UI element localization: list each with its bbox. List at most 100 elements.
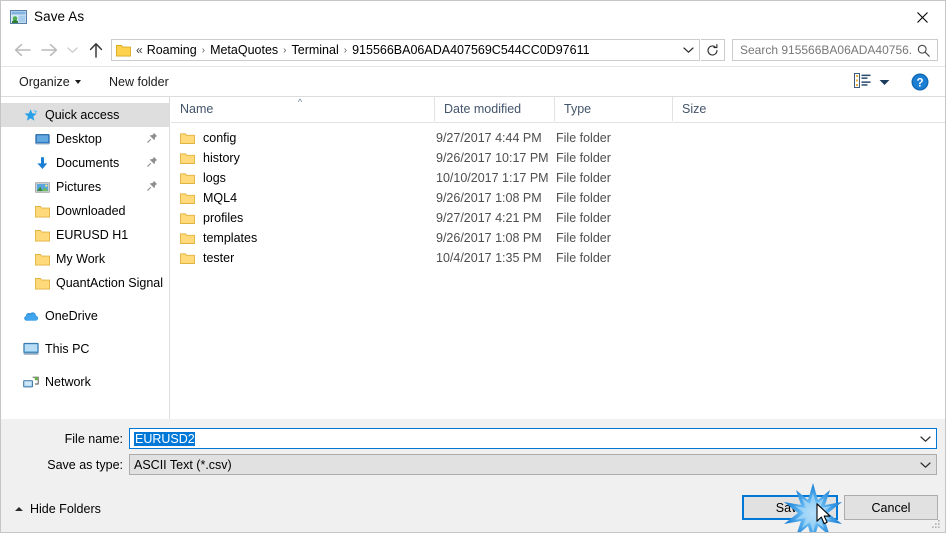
folder-icon	[116, 43, 131, 57]
folder-icon	[180, 212, 195, 225]
sort-ascending-icon: ^	[297, 97, 303, 107]
file-name-chevron-down-icon[interactable]	[914, 435, 936, 443]
folder-icon	[34, 203, 50, 219]
resize-grip[interactable]	[930, 518, 942, 530]
pin-icon[interactable]	[147, 132, 158, 146]
forward-button[interactable]	[36, 37, 62, 63]
table-row[interactable]: MQL4 9/26/2017 1:08 PM File folder	[171, 188, 945, 208]
search-box[interactable]	[732, 39, 938, 61]
save-as-dialog: Save As « Roaming › MetaQuotes › Termina…	[0, 0, 946, 533]
star-pin-icon	[23, 107, 39, 123]
file-name-cell: templates	[180, 228, 257, 248]
breadcrumb-overflow-icon[interactable]: «	[131, 43, 143, 57]
command-bar: Organize New folder ?	[1, 67, 945, 97]
search-input[interactable]	[733, 43, 917, 57]
table-row[interactable]: logs 10/10/2017 1:17 PM File folder	[171, 168, 945, 188]
file-name-label: profiles	[203, 211, 244, 225]
breadcrumb-item-instance[interactable]: 915566BA06ADA407569C544CC0D97611	[348, 40, 593, 60]
file-name-input[interactable]: EURUSD2	[129, 428, 937, 449]
sidebar-item-desktop[interactable]: Desktop	[1, 127, 169, 151]
folder-icon	[180, 192, 195, 205]
pin-icon[interactable]	[147, 156, 158, 170]
breadcrumb: « Roaming › MetaQuotes › Terminal › 9155…	[131, 40, 677, 60]
documents-download-icon	[34, 155, 50, 171]
sidebar-group-divider	[1, 295, 169, 304]
folder-icon	[34, 275, 50, 291]
breadcrumb-item-terminal[interactable]: Terminal	[288, 40, 343, 60]
table-row[interactable]: history 9/26/2017 10:17 PM File folder	[171, 148, 945, 168]
column-header-label: Date modified	[444, 102, 522, 116]
sidebar-item-label: This PC	[45, 342, 90, 356]
table-row[interactable]: templates 9/26/2017 1:08 PM File folder	[171, 228, 945, 248]
address-dropdown-chevron-down-icon[interactable]	[677, 43, 699, 57]
view-mode-chevron-down-icon[interactable]	[879, 75, 890, 89]
column-header-label: Type	[564, 102, 592, 116]
back-button[interactable]	[9, 37, 35, 63]
file-type-cell: File folder	[556, 211, 611, 225]
sidebar-item-eurusd-h1[interactable]: EURUSD H1	[1, 223, 169, 247]
sidebar-item-quick-access[interactable]: Quick access	[1, 103, 169, 127]
file-type-cell: File folder	[556, 131, 611, 145]
sidebar-item-quantaction-signal[interactable]: QuantAction Signal	[1, 271, 169, 295]
help-icon[interactable]: ?	[911, 73, 929, 91]
sidebar-item-onedrive[interactable]: OneDrive	[1, 304, 169, 328]
sidebar-item-my-work[interactable]: My Work	[1, 247, 169, 271]
column-header-size[interactable]: Size	[672, 97, 752, 121]
close-icon[interactable]	[899, 1, 945, 33]
file-date-cell: 9/26/2017 1:08 PM	[436, 231, 542, 245]
this-pc-icon	[23, 341, 39, 357]
save-button-label: Save	[775, 500, 805, 515]
recent-locations-button[interactable]	[63, 37, 81, 63]
cancel-button[interactable]: Cancel	[844, 495, 938, 520]
view-mode-button[interactable]	[854, 72, 890, 92]
sidebar-item-pictures[interactable]: Pictures	[1, 175, 169, 199]
file-rows: config 9/27/2017 4:44 PM File folder his…	[171, 123, 945, 268]
sidebar-item-network[interactable]: Network	[1, 370, 169, 394]
metatrader-app-icon	[10, 9, 27, 26]
file-date-cell: 9/26/2017 10:17 PM	[436, 151, 549, 165]
table-row[interactable]: tester 10/4/2017 1:35 PM File folder	[171, 248, 945, 268]
column-header-label: Size	[682, 102, 707, 116]
save-as-type-chevron-down-icon[interactable]	[914, 461, 936, 469]
new-folder-button[interactable]: New folder	[103, 72, 175, 92]
file-name-selected-text: EURUSD2	[134, 431, 195, 446]
file-type-cell: File folder	[556, 171, 611, 185]
search-icon	[917, 44, 937, 57]
sidebar-item-documents[interactable]: Documents	[1, 151, 169, 175]
breadcrumb-item-roaming[interactable]: Roaming	[143, 40, 201, 60]
save-as-type-select[interactable]: ASCII Text (*.csv)	[129, 454, 937, 475]
column-header-type[interactable]: Type	[554, 97, 672, 121]
refresh-icon[interactable]	[701, 39, 725, 61]
sidebar-item-label: EURUSD H1	[56, 228, 129, 242]
sidebar-item-label: Desktop	[56, 132, 102, 146]
list-view-icon	[854, 73, 871, 91]
address-bar[interactable]: « Roaming › MetaQuotes › Terminal › 9155…	[111, 39, 700, 61]
column-headers: ^ Name Date modified Type Size	[171, 97, 945, 123]
file-type-cell: File folder	[556, 191, 611, 205]
chevron-up-icon	[15, 507, 23, 511]
folder-icon	[180, 172, 195, 185]
organize-button[interactable]: Organize	[13, 72, 87, 92]
file-name-cell: profiles	[180, 208, 243, 228]
file-name-label: tester	[203, 251, 235, 265]
file-name-cell: MQL4	[180, 188, 237, 208]
column-header-date-modified[interactable]: Date modified	[434, 97, 554, 121]
sidebar-item-downloaded[interactable]: Downloaded	[1, 199, 169, 223]
hide-folders-toggle[interactable]: Hide Folders	[15, 502, 101, 516]
save-button[interactable]: Save	[742, 495, 838, 520]
dialog-content: Quick access Desktop Documents Pictures …	[1, 97, 945, 419]
sidebar-item-label: Documents	[56, 156, 120, 170]
pin-icon[interactable]	[147, 180, 158, 194]
save-as-type-value: ASCII Text (*.csv)	[134, 457, 232, 472]
breadcrumb-item-metaquotes[interactable]: MetaQuotes	[206, 40, 282, 60]
file-date-cell: 9/27/2017 4:44 PM	[436, 131, 542, 145]
file-list: ^ Name Date modified Type Size config 9/…	[171, 97, 945, 419]
file-type-cell: File folder	[556, 231, 611, 245]
sidebar-group-divider	[1, 361, 169, 370]
sidebar-item-this-pc[interactable]: This PC	[1, 337, 169, 361]
up-button[interactable]	[83, 37, 109, 63]
table-row[interactable]: profiles 9/27/2017 4:21 PM File folder	[171, 208, 945, 228]
column-header-name[interactable]: ^ Name	[171, 97, 434, 121]
table-row[interactable]: config 9/27/2017 4:44 PM File folder	[171, 128, 945, 148]
cancel-button-label: Cancel	[871, 500, 911, 515]
